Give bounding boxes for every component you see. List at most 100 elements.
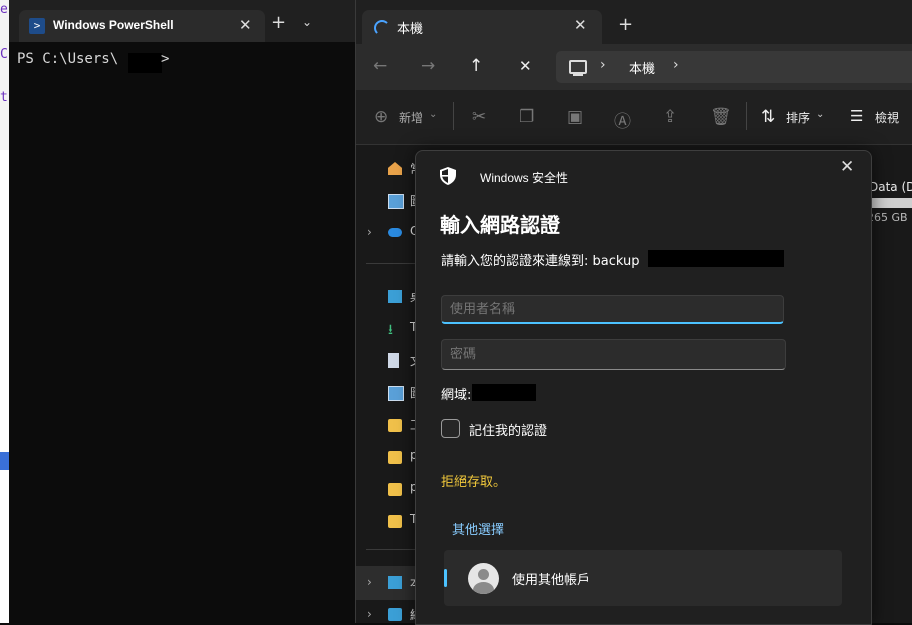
nav-item-home[interactable]: 常 xyxy=(356,159,422,179)
chevron-right-icon[interactable]: › xyxy=(673,57,679,73)
folder-icon xyxy=(388,419,402,432)
sort-icon[interactable]: ⇅ xyxy=(761,107,775,127)
new-tab-button[interactable]: + xyxy=(271,12,286,33)
folder-icon xyxy=(388,451,402,464)
error-message: 拒絕存取。 xyxy=(441,475,507,490)
nav-item-folder[interactable]: 工 xyxy=(356,415,422,435)
drive-name[interactable]: Data (D: xyxy=(869,180,912,194)
nav-item-folder[interactable]: p xyxy=(356,447,418,467)
remember-credentials-checkbox[interactable] xyxy=(441,419,460,438)
this-pc-icon xyxy=(388,576,402,589)
selected-line xyxy=(0,452,9,470)
chevron-right-icon[interactable]: › xyxy=(600,57,606,73)
copy-icon[interactable]: ❐ xyxy=(519,107,534,127)
use-other-account-label: 使用其他帳戶 xyxy=(512,573,591,588)
code-fragment: t xyxy=(0,90,8,105)
new-button-label[interactable]: 新增 xyxy=(399,109,423,126)
sort-button-label[interactable]: 排序 xyxy=(786,109,810,126)
password-field[interactable] xyxy=(441,339,786,370)
remember-credentials-label[interactable]: 記住我的認證 xyxy=(469,420,547,439)
network-icon xyxy=(388,608,402,621)
nav-item-this-pc[interactable]: › 本 xyxy=(356,573,422,593)
nav-item-gallery[interactable]: 圖 xyxy=(356,191,422,211)
computer-stand xyxy=(573,74,583,76)
nav-item-folder[interactable]: T xyxy=(356,511,418,531)
share-icon[interactable]: ⇪ xyxy=(663,107,677,127)
pictures-icon xyxy=(388,386,404,401)
delete-icon[interactable]: 🗑 xyxy=(710,107,732,127)
redacted-username xyxy=(128,53,162,73)
desktop-icon xyxy=(388,290,402,303)
nav-item-downloads[interactable]: ⭳ T xyxy=(356,319,418,339)
explorer-command-bar: ⊕ 新增 ⌄ ✂ ❐ ▣ Ⓐ ⇪ 🗑 ⇅ 排序 ⌄ ☰ 檢視 xyxy=(356,90,912,145)
redacted-domain xyxy=(472,384,536,401)
computer-icon xyxy=(569,60,587,74)
nav-divider xyxy=(366,263,418,264)
nav-item-folder[interactable]: p xyxy=(356,479,418,499)
nav-item-documents[interactable]: 文 xyxy=(356,351,422,371)
up-arrow-icon[interactable]: ↑ xyxy=(469,56,483,76)
chevron-down-icon[interactable]: ⌄ xyxy=(302,15,312,29)
gallery-icon xyxy=(388,194,404,209)
nav-item-desktop[interactable]: 桌 xyxy=(356,287,422,307)
rename-icon[interactable]: Ⓐ xyxy=(614,107,631,132)
stop-icon[interactable]: ✕ xyxy=(519,57,532,75)
explorer-tab-title: 本機 xyxy=(397,22,424,37)
code-fragment: C xyxy=(0,47,8,62)
explorer-tab-bar: 本機 ✕ + xyxy=(356,0,912,44)
toolbar-divider xyxy=(746,102,747,130)
address-bar[interactable]: › 本機 › xyxy=(556,51,912,83)
close-icon[interactable]: ✕ xyxy=(239,16,252,34)
terminal-tab[interactable]: > Windows PowerShell ✕ xyxy=(19,10,265,42)
nav-item-onedrive[interactable]: › O xyxy=(356,223,419,243)
nav-item-pictures[interactable]: 圖 xyxy=(356,383,422,403)
chevron-down-icon[interactable]: ⌄ xyxy=(429,109,437,120)
chevron-down-icon[interactable]: ⌄ xyxy=(816,109,824,120)
download-icon: ⭳ xyxy=(388,322,393,338)
use-other-account-button[interactable]: 使用其他帳戶 xyxy=(444,550,842,606)
navigation-pane: 常 圖 › O 桌 ⭳ T 文 圖 工 xyxy=(356,145,422,623)
back-arrow-icon[interactable]: ← xyxy=(373,56,387,76)
powershell-icon: > xyxy=(29,18,45,34)
credential-dialog: Windows 安全性 ✕ 輸入網路認證 請輸入您的認證來連線到: backup… xyxy=(415,150,872,625)
view-icon[interactable]: ☰ xyxy=(850,107,863,125)
terminal-window: > Windows PowerShell ✕ + ⌄ PS C:\Users\ … xyxy=(9,0,355,623)
chevron-right-icon[interactable]: › xyxy=(367,225,372,239)
close-icon[interactable]: ✕ xyxy=(574,16,587,34)
loading-icon xyxy=(374,20,390,36)
onedrive-icon xyxy=(388,228,402,237)
username-field[interactable] xyxy=(441,295,784,324)
toolbar-divider xyxy=(453,102,454,130)
cut-icon[interactable]: ✂ xyxy=(472,107,486,127)
dialog-description: 請輸入您的認證來連線到: backup xyxy=(441,254,640,269)
close-icon[interactable]: ✕ xyxy=(840,157,854,177)
add-icon[interactable]: ⊕ xyxy=(374,107,388,127)
drive-size: 265 GB xyxy=(867,211,908,224)
terminal-tab-title: Windows PowerShell xyxy=(53,18,174,32)
selection-indicator xyxy=(444,569,447,587)
nav-divider xyxy=(366,549,418,550)
paste-icon[interactable]: ▣ xyxy=(567,107,583,127)
redacted-server-name xyxy=(648,250,784,267)
home-icon xyxy=(388,162,402,175)
address-path[interactable]: 本機 xyxy=(629,58,655,77)
chevron-right-icon[interactable]: › xyxy=(367,607,372,621)
more-choices-link[interactable]: 其他選擇 xyxy=(452,519,504,538)
terminal-prompt-end: > xyxy=(161,51,170,67)
background-app-strip: e C t xyxy=(0,0,9,623)
explorer-tab[interactable]: 本機 ✕ xyxy=(362,10,602,44)
explorer-nav-bar: ← → ↑ ✕ › 本機 › xyxy=(356,44,912,90)
chevron-right-icon[interactable]: › xyxy=(367,575,372,589)
shield-icon xyxy=(440,167,456,185)
code-fragment: e xyxy=(0,2,8,17)
code-panel xyxy=(0,150,9,623)
new-tab-button[interactable]: + xyxy=(618,14,633,35)
folder-icon xyxy=(388,515,402,528)
forward-arrow-icon[interactable]: → xyxy=(421,56,435,76)
drive-usage-bar xyxy=(868,198,912,208)
folder-icon xyxy=(388,483,402,496)
document-icon xyxy=(388,353,399,368)
terminal-tab-bar: > Windows PowerShell ✕ + ⌄ xyxy=(9,0,355,42)
nav-item-network[interactable]: › 網 xyxy=(356,605,422,623)
view-button-label[interactable]: 檢視 xyxy=(875,109,899,126)
